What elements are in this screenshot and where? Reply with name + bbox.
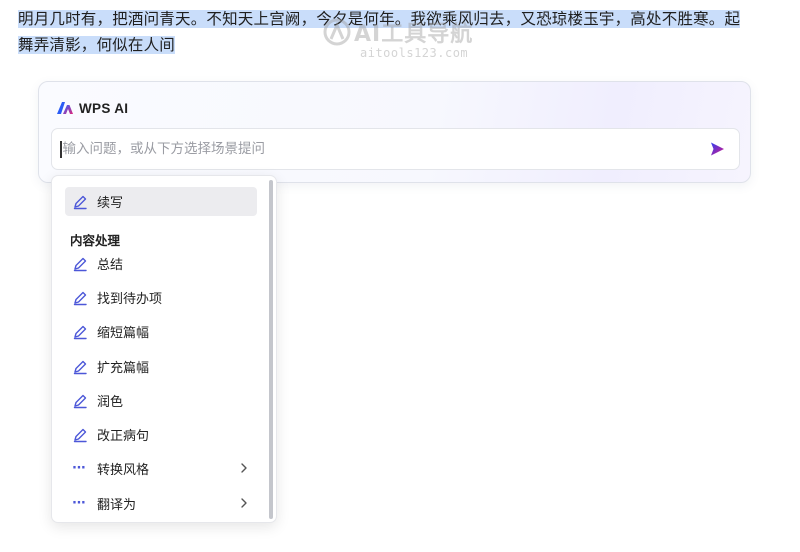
- menu-item-expand[interactable]: 扩充篇幅: [65, 352, 257, 381]
- send-arrow-icon[interactable]: [709, 141, 725, 157]
- ai-prompt-box[interactable]: [51, 128, 740, 170]
- menu-item-summarize[interactable]: 总结: [65, 249, 257, 278]
- menu-item-label: 找到待办项: [97, 292, 163, 307]
- document-text[interactable]: 明月几时有，把酒问青天。不知天上宫阙，今夕是何年。我欲乘风归去，又恐琼楼玉宇，高…: [18, 6, 778, 58]
- menu-item-label: 转换风格: [97, 463, 150, 478]
- menu-section-title: 内容处理: [70, 233, 121, 248]
- menu-item-label: 翻译为: [97, 498, 137, 513]
- more-dots-icon: ···: [72, 460, 86, 476]
- selected-text-line-1[interactable]: 明月几时有，把酒问青天。不知天上宫阙，今夕是何年。我欲乘风归去，又恐琼楼玉宇，高…: [18, 10, 741, 28]
- menu-scrollbar[interactable]: [269, 180, 273, 519]
- menu-item-polish[interactable]: 润色: [65, 386, 257, 415]
- wps-ai-logo-icon: [57, 102, 73, 114]
- pen-icon: [73, 325, 87, 339]
- menu-item-shorten[interactable]: 缩短篇幅: [65, 317, 257, 346]
- menu-item-find-todos[interactable]: 找到待办项: [65, 283, 257, 312]
- ai-scene-menu: 续写 内容处理 总结 找到待办项 缩短篇幅 扩充篇幅 润色 改正病句 ··· 转…: [51, 175, 277, 523]
- menu-item-label: 扩充篇幅: [97, 361, 150, 376]
- selected-text-line-2[interactable]: 舞弄清影，何似在人间: [18, 36, 176, 54]
- chevron-right-icon: [241, 498, 247, 508]
- more-dots-icon: ···: [72, 495, 86, 511]
- pen-icon: [73, 394, 87, 408]
- menu-item-label: 润色: [97, 395, 124, 410]
- pen-icon: [73, 428, 87, 442]
- ai-panel-header: WPS AI: [56, 98, 128, 118]
- pen-icon: [73, 257, 87, 271]
- menu-item-fix-grammar[interactable]: 改正病句: [65, 420, 257, 449]
- ai-prompt-input[interactable]: [62, 134, 683, 164]
- menu-item-continue-writing[interactable]: 续写: [65, 187, 257, 216]
- menu-item-label: 改正病句: [97, 429, 150, 444]
- pen-icon: [73, 291, 87, 305]
- wps-ai-panel: WPS AI: [38, 81, 751, 183]
- text-caret: [60, 140, 62, 158]
- chevron-right-icon: [241, 463, 247, 473]
- pen-icon: [73, 195, 87, 209]
- menu-item-label: 缩短篇幅: [97, 326, 150, 341]
- menu-item-label: 总结: [97, 258, 124, 273]
- pen-icon: [73, 360, 87, 374]
- menu-item-translate[interactable]: ··· 翻译为: [65, 489, 257, 518]
- menu-item-label: 续写: [97, 196, 124, 211]
- menu-item-change-style[interactable]: ··· 转换风格: [65, 454, 257, 483]
- ai-panel-title: WPS AI: [79, 100, 129, 116]
